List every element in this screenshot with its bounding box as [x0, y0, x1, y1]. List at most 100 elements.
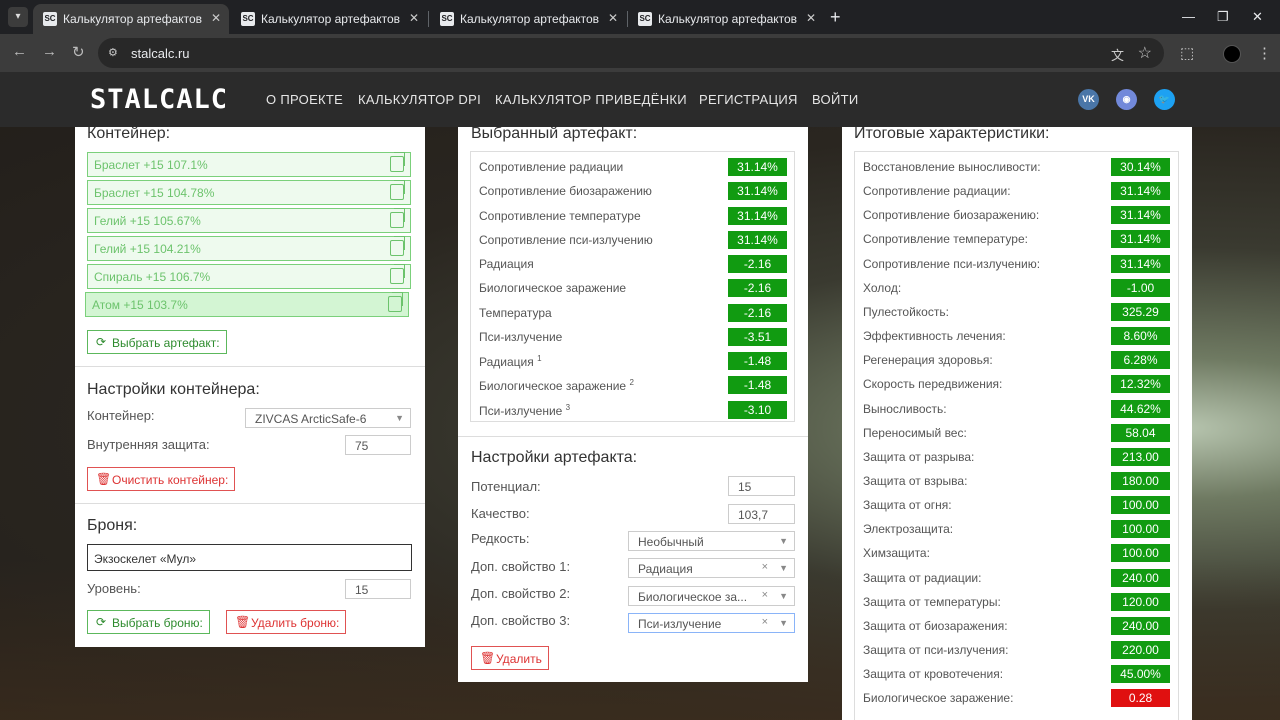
clear-icon[interactable]: ×: [762, 561, 768, 573]
artifact-slot-label: Гелий +15 105.67%: [94, 214, 201, 228]
copy-icon[interactable]: [390, 236, 405, 256]
artifact-slot[interactable]: Спираль +15 106.7%: [87, 264, 411, 289]
total-stat-value: 30.14%: [1111, 158, 1170, 176]
stat-value: 31.14%: [728, 207, 787, 225]
nav-registration[interactable]: РЕГИСТРАЦИЯ: [699, 92, 798, 107]
browser-tab-1[interactable]: SC Калькулятор артефактов STALCALC ✕: [33, 4, 229, 34]
total-stat-label: Биологическое заражение:: [863, 691, 1014, 706]
copy-icon[interactable]: [388, 292, 403, 312]
quality-label: Качество:: [471, 506, 530, 521]
tab-search-button[interactable]: ▾: [8, 7, 28, 27]
close-icon[interactable]: ✕: [409, 11, 419, 25]
minimize-icon[interactable]: —: [1182, 9, 1195, 24]
delete-armor-button[interactable]: 🗑 Удалить броню:: [226, 610, 347, 634]
total-stat-label: Скорость передвижения:: [863, 377, 1003, 392]
bookmark-star-icon[interactable]: ☆: [1138, 43, 1152, 63]
twitter-icon[interactable]: 🐦: [1154, 89, 1175, 110]
extra-property-1-select[interactable]: Радиация × ▼: [628, 558, 795, 578]
choose-artifact-button[interactable]: ⟳ Выбрать артефакт:: [87, 330, 227, 354]
potential-input[interactable]: 15: [728, 476, 795, 496]
site-info-icon[interactable]: ⚙: [108, 46, 118, 59]
artifact-slot[interactable]: Браслет +15 107.1%: [87, 152, 411, 177]
copy-icon[interactable]: [390, 208, 405, 228]
nav-reduced-calculator[interactable]: КАЛЬКУЛЯТОР ПРИВЕДЁНКИ: [495, 92, 687, 107]
choose-armor-button[interactable]: ⟳ Выбрать броню:: [87, 610, 210, 634]
forward-icon[interactable]: →: [42, 43, 57, 60]
chevron-down-icon: ▼: [779, 591, 788, 601]
new-tab-icon[interactable]: +: [830, 8, 841, 26]
profile-avatar[interactable]: [1223, 45, 1241, 63]
artifact-slot[interactable]: Гелий +15 104.21%: [87, 236, 411, 261]
quality-input[interactable]: 103,7: [728, 504, 795, 524]
reload-icon[interactable]: ↻: [72, 43, 85, 61]
total-stat-value: 58.04: [1111, 423, 1170, 442]
total-stat-label: Электрозащита:: [863, 522, 954, 537]
total-stat-value: 120.00: [1111, 592, 1170, 611]
browser-tab-2[interactable]: SC Калькулятор артефактов STALCALC ✕: [231, 4, 427, 34]
total-stat-value: 6.28%: [1111, 351, 1170, 370]
site-favicon-icon: SC: [440, 12, 454, 26]
total-stat-label: Восстановление выносливости:: [863, 160, 1041, 174]
tab-separator: [428, 11, 429, 27]
close-icon[interactable]: ✕: [608, 11, 618, 25]
extra-property-2-value: Биологическое за...: [638, 590, 748, 604]
totals-panel: Итоговые характеристики: Восстановление …: [842, 125, 1192, 720]
url-text[interactable]: stalcalc.ru: [131, 46, 190, 61]
artifact-slot[interactable]: Гелий +15 105.67%: [87, 208, 411, 233]
stat-label: Радиация: [479, 257, 534, 271]
selected-artifact-panel: Выбранный артефакт: Сопротивление радиац…: [458, 125, 808, 682]
extra-property-3-select[interactable]: Пси-излучение × ▼: [628, 613, 795, 633]
close-icon[interactable]: ✕: [806, 11, 816, 25]
container-select[interactable]: ZIVCAS ArcticSafe-6 ▼: [245, 408, 411, 428]
tab-title: Калькулятор артефактов STALCALC: [63, 12, 203, 26]
address-bar[interactable]: ⚙ stalcalc.ru 文 ☆: [98, 38, 1164, 68]
choose-artifact-label: Выбрать артефакт:: [112, 336, 220, 350]
nav-dpi-calculator[interactable]: КАЛЬКУЛЯТОР DPI: [358, 92, 481, 107]
totals-stats: Восстановление выносливости: 30.14% Сопрот…: [854, 151, 1179, 720]
nav-login[interactable]: ВОЙТИ: [812, 92, 858, 107]
nav-about[interactable]: О ПРОЕКТЕ: [266, 92, 343, 107]
total-stat-value: 180.00: [1111, 471, 1170, 490]
copy-icon[interactable]: [390, 152, 405, 172]
armor-input[interactable]: Экзоскелет «Мул»: [87, 544, 412, 571]
container-panel: Контейнер: Браслет +15 107.1% Браслет +1…: [75, 125, 425, 647]
total-stat-label: Защита от взрыва:: [863, 473, 968, 488]
divider: [75, 503, 425, 504]
browser-tab-4[interactable]: SC Калькулятор артефактов STALCALC ✕: [628, 4, 824, 34]
inner-protection-input[interactable]: 75: [345, 435, 411, 455]
close-icon[interactable]: ✕: [211, 11, 221, 25]
window-close-icon[interactable]: ✕: [1252, 9, 1263, 25]
total-stat-value: 31.14%: [1111, 182, 1170, 201]
clear-container-button[interactable]: 🗑 Очистить контейнер:: [87, 467, 236, 491]
vk-icon[interactable]: VK: [1078, 89, 1099, 110]
back-icon[interactable]: ←: [12, 43, 27, 60]
artifact-settings-title: Настройки артефакта:: [471, 449, 638, 466]
rarity-select[interactable]: Необычный ▼: [628, 531, 795, 551]
artifact-slot[interactable]: Браслет +15 104.78%: [87, 180, 411, 205]
browser-menu-icon[interactable]: ⋮: [1257, 44, 1272, 62]
maximize-icon[interactable]: ❐: [1217, 9, 1229, 25]
translate-icon[interactable]: 文: [1111, 45, 1124, 64]
artifact-slot-selected[interactable]: Атом +15 103.7%: [85, 292, 409, 317]
total-stat-label: Переносимый вес:: [863, 425, 967, 440]
extra-property-3-value: Пси-излучение: [638, 617, 722, 631]
total-stat-value: 240.00: [1111, 568, 1170, 587]
copy-icon[interactable]: [390, 180, 405, 200]
stat-label-text: Радиация: [479, 355, 534, 369]
site-logo[interactable]: STALCALC: [90, 84, 228, 115]
level-input[interactable]: 15: [345, 579, 411, 599]
extensions-icon[interactable]: ⬚: [1180, 44, 1194, 62]
total-stat-label: Эффективность лечения:: [863, 329, 1006, 344]
extra-property-2-select[interactable]: Биологическое за... × ▼: [628, 586, 795, 606]
copy-icon[interactable]: [390, 264, 405, 284]
total-stat-value: 213.00: [1111, 447, 1170, 466]
level-label: Уровень:: [87, 581, 141, 596]
discord-icon[interactable]: ◉: [1116, 89, 1137, 110]
total-stat-value: 45.00%: [1111, 665, 1170, 684]
clear-icon[interactable]: ×: [762, 589, 768, 601]
artifact-slot-label: Атом +15 103.7%: [92, 298, 188, 312]
clear-icon[interactable]: ×: [762, 616, 768, 628]
delete-artifact-button[interactable]: 🗑 Удалить: [471, 646, 549, 670]
browser-tab-3[interactable]: SC Калькулятор артефактов STALCALC ✕: [430, 4, 626, 34]
stat-label: Биологическое заражение 2: [479, 378, 634, 393]
